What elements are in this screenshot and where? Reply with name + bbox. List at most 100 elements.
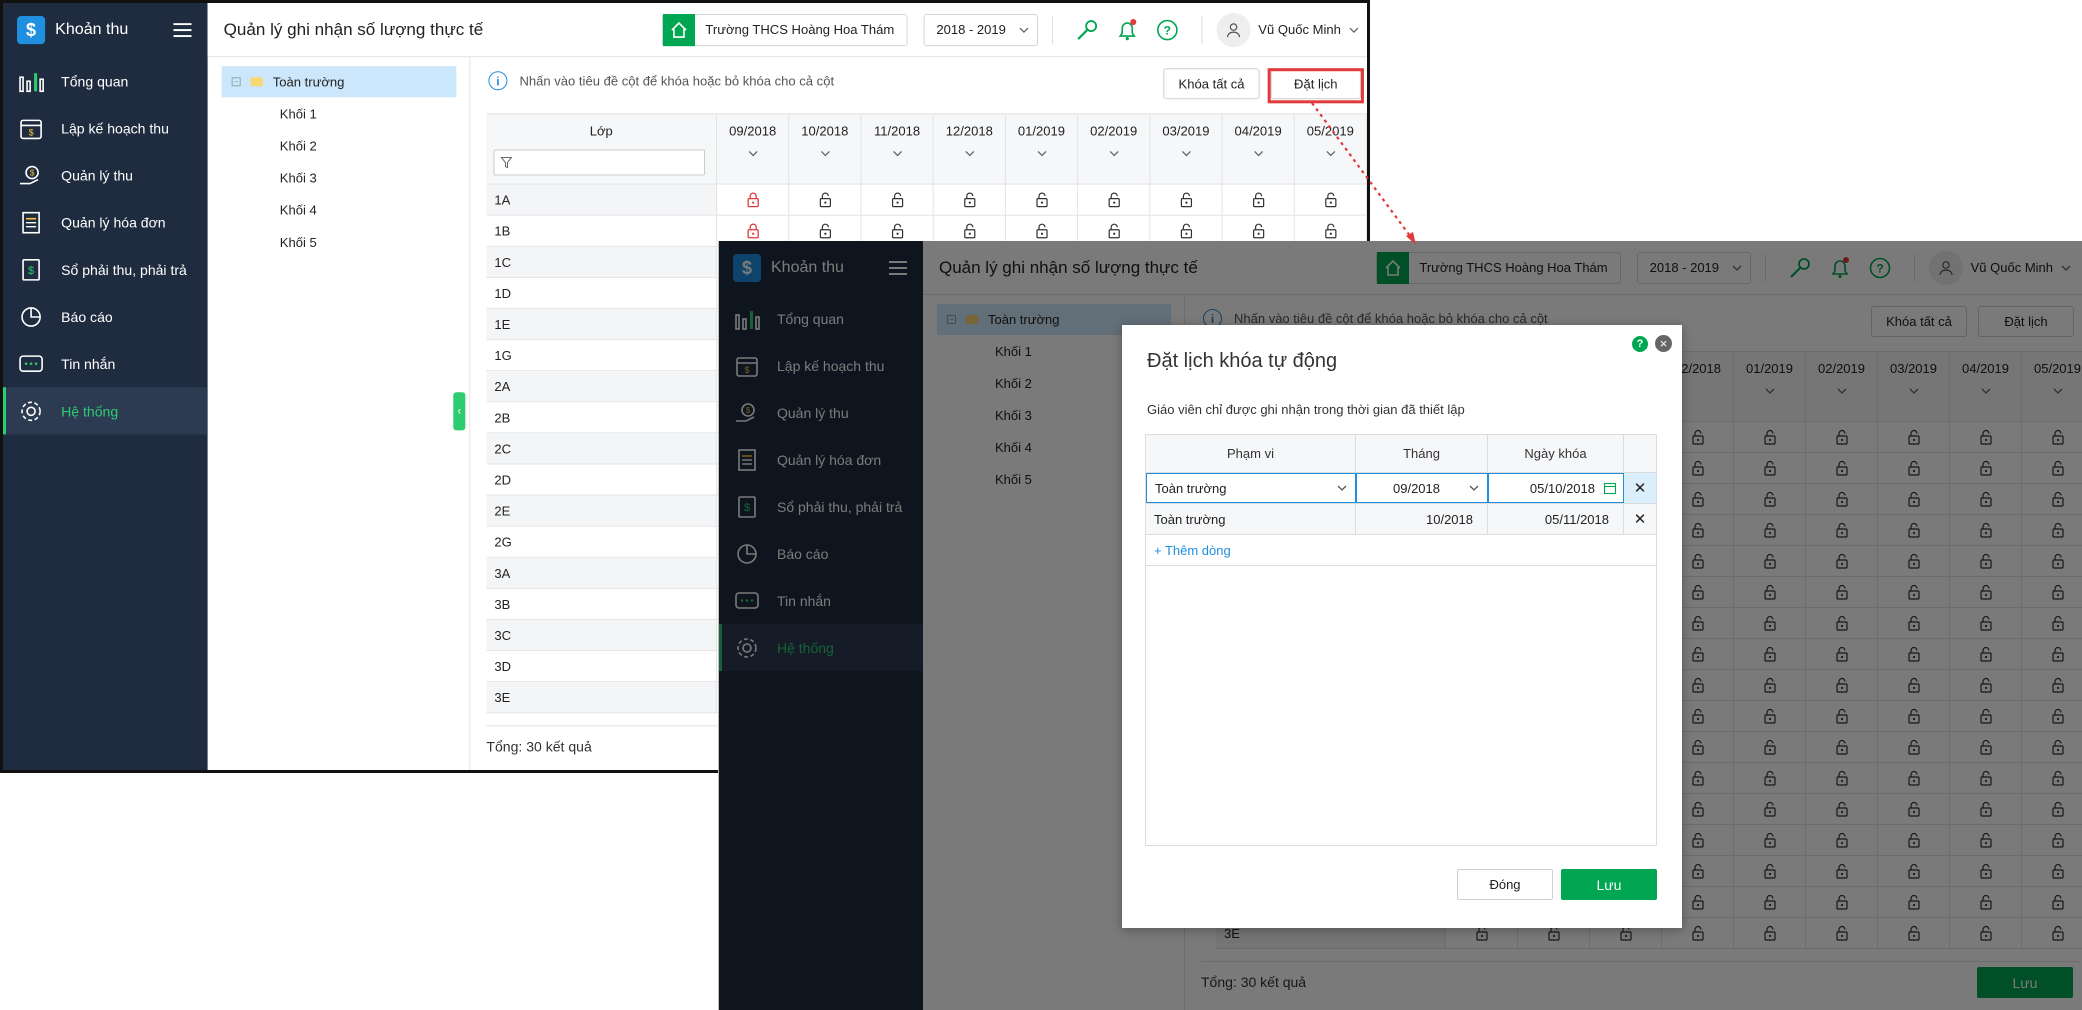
delete-row-icon[interactable]: ✕ [1624, 473, 1656, 503]
lock-icon [747, 223, 759, 239]
nav-item-he-thong[interactable]: Hệ thống [3, 387, 208, 435]
tree-item[interactable]: Khối 1 [222, 97, 457, 129]
lock-date-cell[interactable]: 05/11/2018 [1488, 504, 1624, 534]
chevron-down-icon [1037, 151, 1046, 157]
nav-item-tong-quan[interactable]: Tổng quan [3, 57, 208, 104]
scope-cell[interactable]: Toàn trường [1146, 504, 1356, 534]
page-title: Quản lý ghi nhận số lượng thực tế [223, 19, 484, 39]
month-label: 04/2019 [1234, 123, 1282, 139]
lock-cell[interactable] [934, 184, 1006, 215]
month-column-header[interactable]: 11/2018 [861, 114, 934, 184]
nav-label: Tổng quan [61, 72, 129, 89]
bell-icon[interactable] [1113, 16, 1141, 44]
month-select[interactable]: 09/2018 [1356, 473, 1488, 503]
unlock-icon [1252, 192, 1264, 208]
unlock-icon [1324, 223, 1336, 239]
chevron-down-icon [820, 151, 830, 157]
svg-text:$: $ [30, 168, 35, 177]
class-filter-input[interactable] [493, 149, 706, 176]
close-icon[interactable]: × [1655, 335, 1672, 352]
school-selector[interactable]: Trường THCS Hoàng Hoa Thám [662, 13, 908, 46]
info-icon: i [488, 71, 508, 91]
nav-item-bao-cao[interactable]: Báo cáo [3, 293, 208, 340]
tree-item[interactable]: Khối 4 [222, 194, 457, 226]
hamburger-menu-icon[interactable] [173, 23, 192, 38]
nav-item-lap-ke-hoach[interactable]: $ Lập kế hoạch thu [3, 104, 208, 151]
home-icon [663, 13, 696, 46]
help-icon[interactable]: ? [1632, 336, 1648, 352]
lock-cell[interactable] [1223, 184, 1295, 215]
gear-icon [21, 400, 41, 421]
tools-icon[interactable] [1073, 16, 1101, 44]
sidebar: $ Khoản thu Tổng quan $ Lập kế hoạch thu … [3, 3, 208, 770]
save-button[interactable]: Lưu [1561, 869, 1657, 900]
avatar [1216, 12, 1251, 47]
month-column-header[interactable]: 03/2019 [1150, 114, 1223, 184]
collapse-box-icon[interactable]: − [231, 77, 241, 87]
class-cell: 3D [486, 651, 718, 682]
chevron-down-icon [964, 151, 974, 157]
help-icon[interactable]: ? [1153, 16, 1181, 44]
info-text: Nhấn vào tiêu đề cột để khóa hoặc bỏ khó… [519, 73, 835, 89]
year-select[interactable]: 2018 - 2019 [923, 13, 1038, 46]
nav-item-tin-nhan[interactable]: Tin nhắn [3, 340, 208, 387]
app-logo-icon: $ [17, 16, 46, 45]
chevron-down-icon [1337, 485, 1347, 491]
class-cell: 2C [486, 433, 718, 464]
class-column-header: Lớp [486, 114, 718, 184]
nav-label: Lập kế hoạch thu [61, 119, 169, 136]
tree-item[interactable]: Khối 2 [222, 129, 457, 161]
nav-item-quan-ly-hoa-don[interactable]: Quản lý hóa đơn [3, 199, 208, 246]
lock-cell[interactable] [1006, 184, 1079, 215]
month-label: 10/2018 [801, 123, 849, 139]
tree-item[interactable]: Khối 3 [222, 162, 457, 194]
month-column-header[interactable]: 09/2018 [717, 114, 790, 184]
tree-item-label: Khối 2 [279, 137, 317, 153]
lock-date-header: Ngày khóa [1488, 435, 1624, 472]
chart-icon [19, 72, 44, 92]
close-button[interactable]: Đóng [1457, 869, 1553, 900]
month-column-header[interactable]: 04/2019 [1223, 114, 1295, 184]
scope-select[interactable]: Toàn trường [1146, 473, 1356, 503]
month-column-header[interactable]: 05/2019 [1295, 114, 1367, 184]
lock-cell[interactable] [717, 184, 790, 215]
month-column-header[interactable]: 10/2018 [789, 114, 862, 184]
lock-cell[interactable] [1078, 184, 1151, 215]
unlock-icon [1324, 192, 1336, 208]
unlock-icon [963, 192, 975, 208]
dialog-footer: Đóng Lưu [1457, 869, 1657, 900]
top-bar: Quản lý ghi nhận số lượng thực tế Trường… [207, 3, 1367, 58]
lock-cell[interactable] [861, 184, 934, 215]
unlock-icon [819, 192, 831, 208]
month-header: Tháng [1356, 435, 1488, 472]
collapse-panel-button[interactable]: ‹ [453, 392, 466, 431]
lock-cell[interactable] [789, 184, 862, 215]
total-count: Tổng: 30 kết quả [486, 738, 592, 755]
lock-cell[interactable] [1150, 184, 1223, 215]
add-row-button[interactable]: + Thêm dòng [1146, 535, 1656, 566]
tree-item[interactable]: Khối 5 [222, 226, 457, 258]
scope-header: Phạm vi [1146, 435, 1356, 472]
lock-all-button[interactable]: Khóa tất cả [1163, 68, 1260, 100]
nav-item-so-phai-thu[interactable]: $ Sổ phải thu, phải trả [3, 246, 208, 293]
lock-cell[interactable] [1295, 184, 1367, 215]
month-column-header[interactable]: 12/2018 [934, 114, 1006, 184]
delete-row-icon[interactable]: ✕ [1624, 504, 1656, 534]
lock-date-input[interactable]: 05/10/2018 [1488, 473, 1624, 503]
month-label: 12/2018 [945, 123, 993, 139]
tree-root-label: Toàn trường [272, 74, 345, 90]
tree-item-label: Khối 3 [279, 170, 317, 186]
user-menu[interactable]: Vũ Quốc Minh [1216, 12, 1359, 47]
tree-root[interactable]: − Toàn trường [221, 66, 457, 98]
month-column-header[interactable]: 02/2019 [1078, 114, 1151, 184]
group-tree: − Toàn trường Khối 1 Khối 2 Khối 3 Khối 4… [221, 66, 457, 258]
nav-label: Báo cáo [61, 308, 113, 325]
nav-label: Sổ phải thu, phải trả [61, 261, 187, 278]
calendar-icon[interactable] [1603, 481, 1617, 495]
month-column-header[interactable]: 01/2019 [1006, 114, 1079, 184]
class-cell: 2B [486, 402, 718, 433]
nav-label: Hệ thống [61, 402, 119, 419]
month-cell[interactable]: 10/2018 [1356, 504, 1488, 534]
year-value: 2018 - 2019 [936, 22, 1006, 38]
nav-item-quan-ly-thu[interactable]: $ Quản lý thu [3, 151, 208, 198]
